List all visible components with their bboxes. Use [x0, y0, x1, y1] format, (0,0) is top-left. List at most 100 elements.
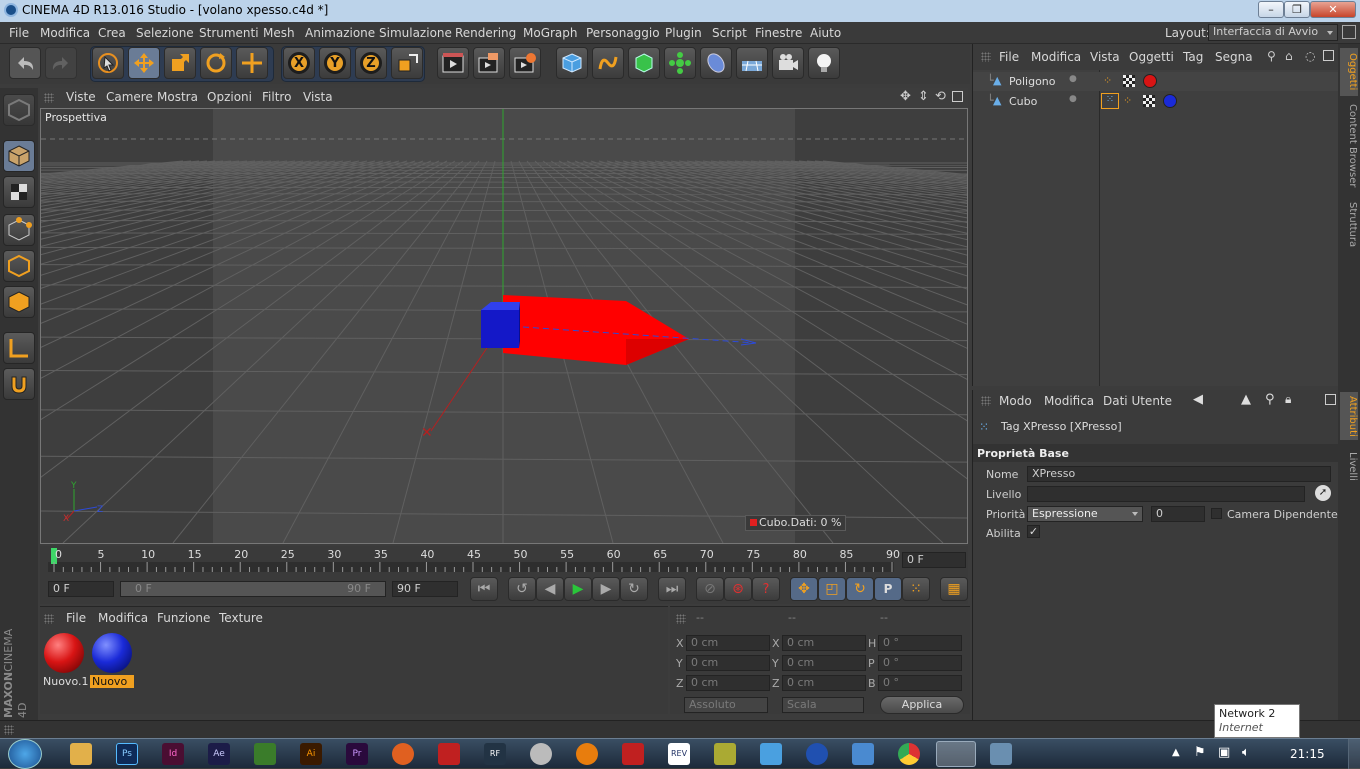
- app-bird-icon[interactable]: [852, 743, 874, 765]
- menu-strumenti[interactable]: Strumenti: [199, 26, 259, 40]
- network-icon[interactable]: ▣: [1218, 745, 1230, 760]
- material-swatch-nuovo[interactable]: Nuovo: [90, 631, 134, 689]
- app-green-icon[interactable]: [254, 743, 276, 765]
- autocad-icon[interactable]: [622, 743, 644, 765]
- material-menu-texture[interactable]: Texture: [219, 611, 263, 625]
- viewport-menu-mostra[interactable]: Mostra: [157, 90, 198, 104]
- edge-mode-button[interactable]: [3, 250, 35, 282]
- show-desktop-button[interactable]: [1348, 739, 1360, 769]
- material-swatch-nuovo1[interactable]: Nuovo.1: [42, 631, 86, 689]
- apply-button[interactable]: Applica: [880, 696, 964, 714]
- add-deformer-button[interactable]: [700, 47, 732, 79]
- xpresso-tag-icon[interactable]: ⁙: [1101, 93, 1119, 109]
- visibility-dot-icon[interactable]: ●: [1069, 74, 1077, 84]
- prev-frame-button[interactable]: ◀: [536, 577, 564, 601]
- viewport-pan-icon[interactable]: ✥: [900, 89, 911, 104]
- start-button[interactable]: [8, 739, 42, 769]
- model-mode-button[interactable]: [3, 140, 35, 172]
- realflow-icon[interactable]: RF: [484, 743, 506, 765]
- menu-personaggio[interactable]: Personaggio: [586, 26, 660, 40]
- viewport-zoom-icon[interactable]: ⇕: [918, 89, 929, 104]
- menu-mesh[interactable]: Mesh: [263, 26, 295, 40]
- menu-selezione[interactable]: Selezione: [136, 26, 194, 40]
- viewport-perspective[interactable]: ✕ Prospettiva Y X Z Cubo.Dati: 0 %: [40, 108, 968, 544]
- object-row-cubo[interactable]: └ ▲ Cubo ● ⁙ ⁘: [973, 92, 1339, 111]
- illustrator-icon[interactable]: Ai: [300, 743, 322, 765]
- redo-button[interactable]: [45, 47, 77, 79]
- object-menu-segna[interactable]: Segna: [1215, 50, 1253, 64]
- phong-tag-icon[interactable]: ⁘: [1103, 74, 1112, 87]
- polygon-mode-button[interactable]: [3, 286, 35, 318]
- make-editable-button[interactable]: [3, 94, 35, 126]
- viewport-menu-opzioni[interactable]: Opzioni: [207, 90, 252, 104]
- flag-icon[interactable]: ⚑: [1194, 745, 1206, 760]
- material-menu-modifica[interactable]: Modifica: [98, 611, 148, 625]
- point-mode-button[interactable]: [3, 214, 35, 246]
- key-pla-button[interactable]: ⁙: [902, 577, 930, 601]
- texture-tag-icon[interactable]: [1123, 75, 1135, 87]
- add-camera-button[interactable]: [772, 47, 804, 79]
- app-window-icon[interactable]: [990, 743, 1012, 765]
- menu-script[interactable]: Script: [712, 26, 747, 40]
- app-tool-icon[interactable]: [714, 743, 736, 765]
- menu-finestre[interactable]: Finestre: [755, 26, 802, 40]
- app-circle-icon[interactable]: [530, 743, 552, 765]
- viewport-menu-viste[interactable]: Viste: [66, 90, 96, 104]
- timeline-window-button[interactable]: ▦: [940, 577, 968, 601]
- cinema4d-taskbar-icon[interactable]: [936, 741, 976, 767]
- coord-value-field[interactable]: 0 °: [878, 655, 962, 671]
- next-frame-button[interactable]: ▶: [592, 577, 620, 601]
- key-scale-button[interactable]: ◰: [818, 577, 846, 601]
- scale-tool-button[interactable]: [164, 47, 196, 79]
- priority-number[interactable]: 0: [1151, 506, 1205, 522]
- add-array-button[interactable]: [664, 47, 696, 79]
- coord-value-field[interactable]: 0 cm: [782, 655, 866, 671]
- menu-crea[interactable]: Crea: [98, 26, 126, 40]
- up-arrow-icon[interactable]: ▲: [1241, 392, 1251, 407]
- object-panel-icon[interactable]: [1323, 50, 1334, 61]
- coord-mode-dropdown[interactable]: Assoluto: [684, 697, 768, 713]
- frame-range-slider[interactable]: 0 F90 F: [120, 581, 386, 597]
- x-axis-lock-button[interactable]: X: [283, 47, 315, 79]
- coord-value-field[interactable]: 0 cm: [686, 675, 770, 691]
- photoshop-icon[interactable]: Ps: [116, 743, 138, 765]
- level-picker-icon[interactable]: ➚: [1315, 485, 1331, 501]
- maximize-button[interactable]: ❐: [1284, 1, 1310, 18]
- app-globe-icon[interactable]: [806, 743, 828, 765]
- object-search-icon[interactable]: ⚲: [1267, 49, 1276, 63]
- material-menu-funzione[interactable]: Funzione: [157, 611, 210, 625]
- object-row-poligono[interactable]: └ ▲ Poligono ● ⁘: [973, 72, 1339, 91]
- aftereffects-icon[interactable]: Ae: [208, 743, 230, 765]
- close-button[interactable]: ✕: [1310, 1, 1356, 18]
- viewport-menu-camere[interactable]: Camere: [106, 90, 153, 104]
- add-light-button[interactable]: [808, 47, 840, 79]
- show-hidden-icons[interactable]: ▲: [1172, 747, 1180, 758]
- tab-struttura[interactable]: Struttura: [1340, 200, 1358, 250]
- coord-value-field[interactable]: 0 °: [878, 635, 962, 651]
- render-view-button[interactable]: [437, 47, 469, 79]
- coord-value-field[interactable]: 0 cm: [686, 635, 770, 651]
- premiere-icon[interactable]: Pr: [346, 743, 368, 765]
- camera-dependent-checkbox[interactable]: [1211, 508, 1222, 519]
- render-settings-button[interactable]: [509, 47, 541, 79]
- undo-button[interactable]: [9, 47, 41, 79]
- name-input[interactable]: XPresso: [1027, 466, 1331, 482]
- add-environment-button[interactable]: [736, 47, 768, 79]
- current-frame-field[interactable]: 0 F: [902, 552, 966, 568]
- new-window-icon[interactable]: [1325, 394, 1336, 405]
- go-to-end-button[interactable]: ⏭: [658, 577, 686, 601]
- rotate-tool-button[interactable]: [200, 47, 232, 79]
- minimize-button[interactable]: –: [1258, 1, 1284, 18]
- viewport-rotate-icon[interactable]: ⟲: [935, 89, 946, 104]
- axis-mode-button[interactable]: [3, 332, 35, 364]
- viewport-menu-filtro[interactable]: Filtro: [262, 90, 291, 104]
- tab-livelli[interactable]: Livelli: [1340, 446, 1358, 486]
- blender-icon[interactable]: [576, 743, 598, 765]
- visibility-dot-icon[interactable]: ●: [1069, 94, 1077, 104]
- play-button[interactable]: ▶: [564, 577, 592, 601]
- autokey-button[interactable]: ⊛: [724, 577, 752, 601]
- menu-aiuto[interactable]: Aiuto: [810, 26, 841, 40]
- texture-mode-button[interactable]: [3, 176, 35, 208]
- key-position-button[interactable]: ✥: [790, 577, 818, 601]
- recent-tool-button[interactable]: [236, 47, 268, 79]
